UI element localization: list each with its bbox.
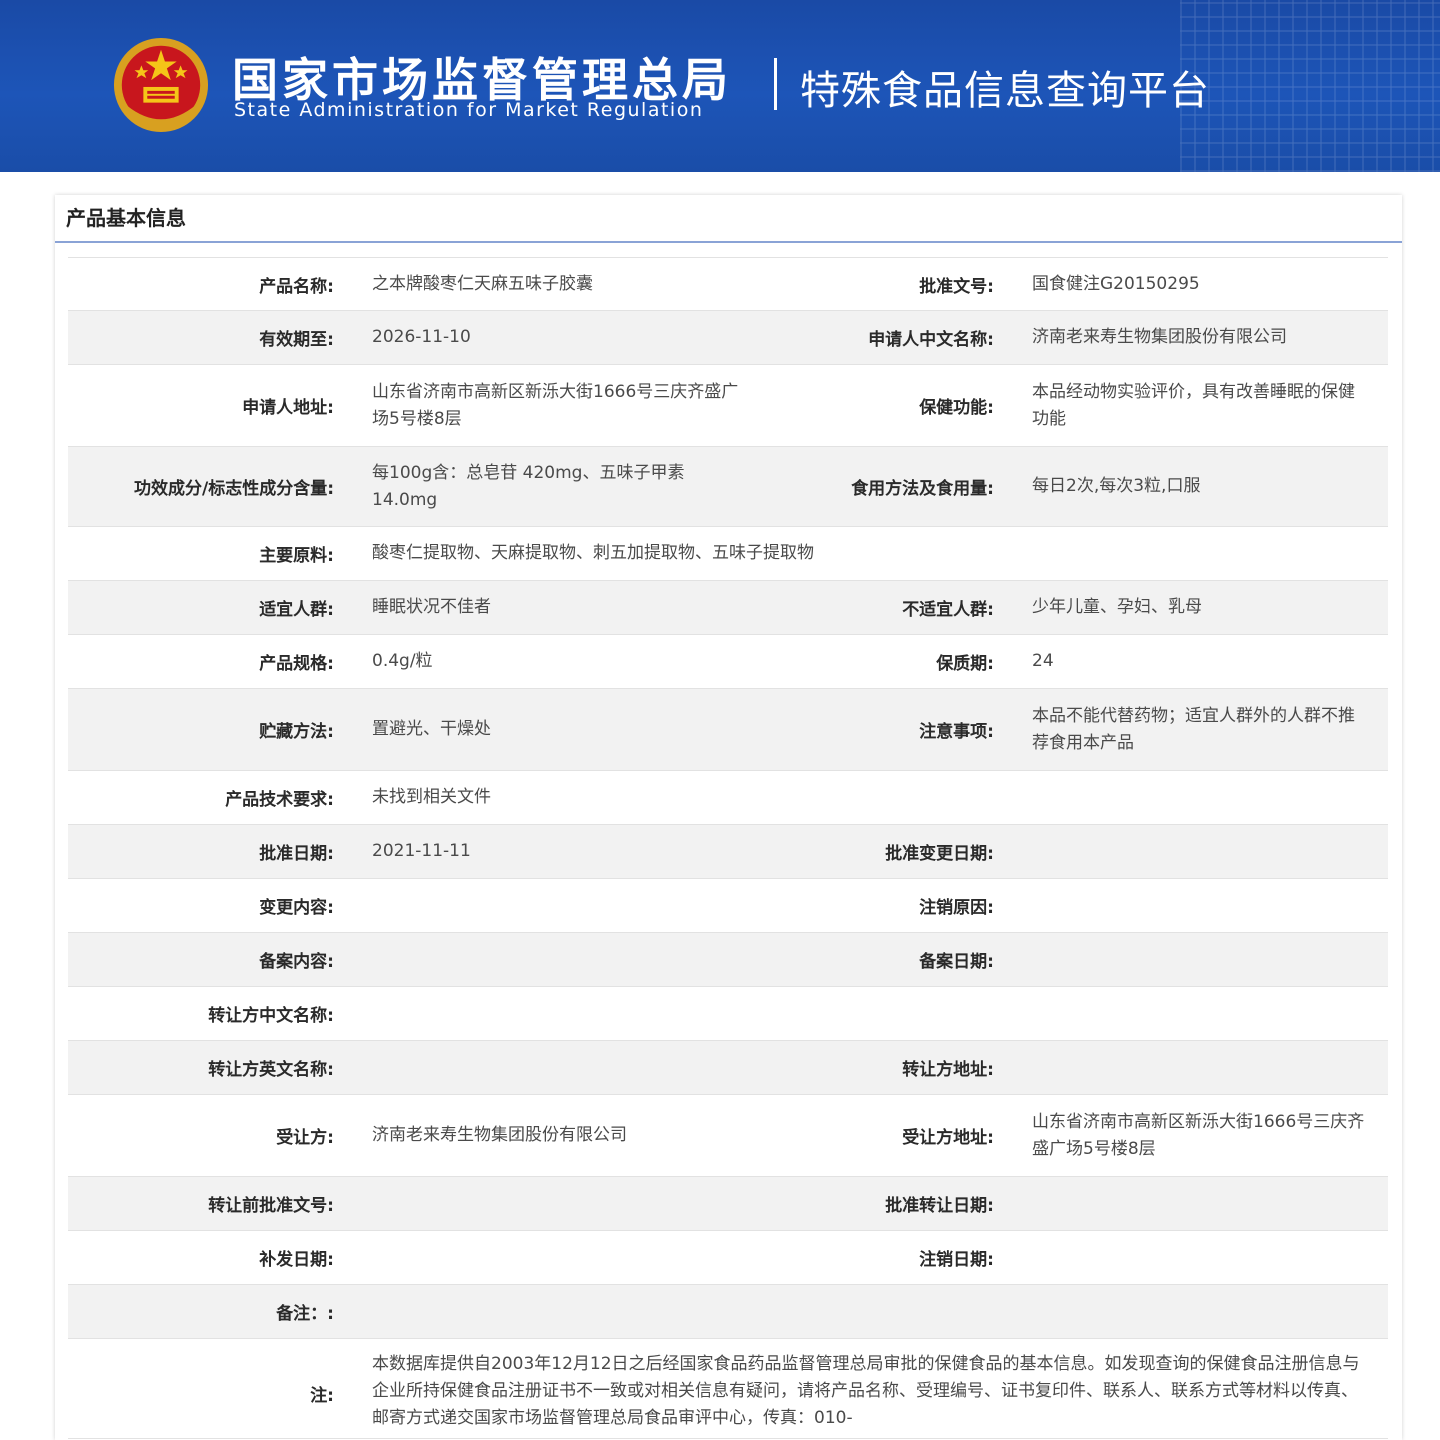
- header-pattern: [1180, 0, 1440, 172]
- field-value: 本品不能代替药物；适宜人群外的人群不推荐食用本产品: [1032, 705, 1355, 753]
- field-label: 受让方:: [276, 1128, 334, 1148]
- table-row: 主要原料: 酸枣仁提取物、天麻提取物、刺五加提取物、五味子提取物: [68, 527, 1388, 581]
- platform-title: 特殊食品信息查询平台: [800, 68, 1210, 114]
- panel-title: 产品基本信息: [55, 195, 1402, 243]
- field-label: 保健功能:: [919, 398, 994, 418]
- field-label: 批准变更日期:: [885, 844, 994, 864]
- field-label: 功效成分/标志性成分含量:: [133, 479, 334, 499]
- field-value: 未找到相关文件: [372, 787, 491, 807]
- agency-title-en: State Administration for Market Regulati…: [234, 99, 704, 121]
- field-value: 本品经动物实验评价，具有改善睡眠的保健功能: [1032, 381, 1355, 429]
- field-label: 产品技术要求:: [225, 790, 334, 810]
- field-label: 适宜人群:: [259, 600, 334, 620]
- field-label: 补发日期:: [259, 1250, 334, 1270]
- field-label: 注:: [310, 1386, 334, 1406]
- field-label: 批准文号:: [919, 276, 994, 297]
- table-row: 转让方中文名称:: [68, 987, 1388, 1041]
- field-label: 转让方英文名称:: [208, 1060, 334, 1080]
- field-value: 每100g含：总皂苷 420mg、五味子甲素 14.0mg: [372, 462, 685, 510]
- table-row: 贮藏方法: 置避光、干燥处 注意事项: 本品不能代替药物；适宜人群外的人群不推荐…: [68, 689, 1388, 771]
- field-label: 批准日期:: [259, 844, 334, 864]
- product-info-table: 产品名称: 之本牌酸枣仁天麻五味子胶囊 批准文号: 国食健注G20150295 …: [68, 257, 1388, 1439]
- field-value: 酸枣仁提取物、天麻提取物、刺五加提取物、五味子提取物: [372, 543, 814, 563]
- field-value: 少年儿童、孕妇、乳母: [1032, 597, 1202, 617]
- field-label: 备注：:: [276, 1304, 334, 1324]
- field-label: 注销日期:: [919, 1250, 994, 1270]
- field-label: 注销原因:: [919, 898, 994, 918]
- table-row: 有效期至: 2026-11-10 申请人中文名称: 济南老来寿生物集团股份有限公…: [68, 311, 1388, 365]
- table-row: 转让方英文名称: 转让方地址:: [68, 1041, 1388, 1095]
- field-label: 贮藏方法:: [259, 722, 334, 742]
- field-value: 之本牌酸枣仁天麻五味子胶囊: [372, 273, 593, 294]
- site-header: 国家市场监督管理总局 State Administration for Mark…: [0, 0, 1440, 172]
- field-value: 山东省济南市高新区新泺大街1666号三庆齐盛广场5号楼8层: [372, 381, 739, 429]
- table-row: 适宜人群: 睡眠状况不佳者 不适宜人群: 少年儿童、孕妇、乳母: [68, 581, 1388, 635]
- field-label: 产品名称:: [259, 276, 334, 297]
- field-value: 2021-11-11: [372, 841, 471, 861]
- field-label: 主要原料:: [259, 546, 334, 566]
- field-label: 批准转让日期:: [885, 1196, 994, 1216]
- field-label: 有效期至:: [259, 330, 334, 350]
- field-label: 变更内容:: [259, 898, 334, 918]
- table-row: 申请人地址: 山东省济南市高新区新泺大街1666号三庆齐盛广场5号楼8层 保健功…: [68, 365, 1388, 447]
- table-row: 注: 本数据库提供自2003年12月12日之后经国家食品药品监督管理总局审批的保…: [68, 1339, 1388, 1439]
- field-value: 置避光、干燥处: [372, 719, 491, 739]
- field-label: 备案日期:: [919, 952, 994, 972]
- field-label: 产品规格:: [259, 654, 334, 674]
- field-value: 2026-11-10: [372, 327, 471, 347]
- table-row: 产品名称: 之本牌酸枣仁天麻五味子胶囊 批准文号: 国食健注G20150295: [68, 258, 1388, 311]
- field-label: 食用方法及食用量:: [851, 479, 994, 499]
- table-row: 产品规格: 0.4g/粒 保质期: 24: [68, 635, 1388, 689]
- table-row: 转让前批准文号: 批准转让日期:: [68, 1177, 1388, 1231]
- table-row: 受让方: 济南老来寿生物集团股份有限公司 受让方地址: 山东省济南市高新区新泺大…: [68, 1095, 1388, 1177]
- field-label: 申请人地址:: [242, 398, 334, 418]
- field-label: 备案内容:: [259, 952, 334, 972]
- field-value: 济南老来寿生物集团股份有限公司: [372, 1125, 627, 1145]
- field-label: 转让前批准文号:: [208, 1196, 334, 1216]
- field-value: 山东省济南市高新区新泺大街1666号三庆齐盛广场5号楼8层: [1032, 1111, 1365, 1159]
- field-value: 济南老来寿生物集团股份有限公司: [1032, 327, 1287, 347]
- table-row: 功效成分/标志性成分含量: 每100g含：总皂苷 420mg、五味子甲素 14.…: [68, 447, 1388, 527]
- field-value: 睡眠状况不佳者: [372, 597, 491, 617]
- note-text: 本数据库提供自2003年12月12日之后经国家食品药品监督管理总局审批的保健食品…: [372, 1354, 1360, 1428]
- field-value: 24: [1032, 651, 1054, 671]
- field-label: 保质期:: [936, 654, 994, 674]
- field-label: 受让方地址:: [902, 1128, 994, 1148]
- table-row: 备案内容: 备案日期:: [68, 933, 1388, 987]
- header-divider: [774, 58, 777, 110]
- field-value: 每日2次,每次3粒,口服: [1032, 476, 1201, 496]
- national-emblem-icon: [113, 37, 209, 133]
- table-row: 产品技术要求: 未找到相关文件: [68, 771, 1388, 825]
- table-row: 批准日期: 2021-11-11 批准变更日期:: [68, 825, 1388, 879]
- table-row: 备注：:: [68, 1285, 1388, 1339]
- field-label: 申请人中文名称:: [868, 330, 994, 350]
- field-value: 国食健注G20150295: [1032, 273, 1200, 294]
- field-label: 转让方地址:: [902, 1060, 994, 1080]
- field-label: 转让方中文名称:: [208, 1006, 334, 1026]
- table-row: 补发日期: 注销日期:: [68, 1231, 1388, 1285]
- field-value: 0.4g/粒: [372, 651, 433, 671]
- product-info-panel: 产品基本信息 产品名称: 之本牌酸枣仁天麻五味子胶囊 批准文号: 国食健注G20…: [55, 195, 1402, 1440]
- table-row: 变更内容: 注销原因:: [68, 879, 1388, 933]
- field-label: 注意事项:: [919, 722, 994, 742]
- field-label: 不适宜人群:: [902, 600, 994, 620]
